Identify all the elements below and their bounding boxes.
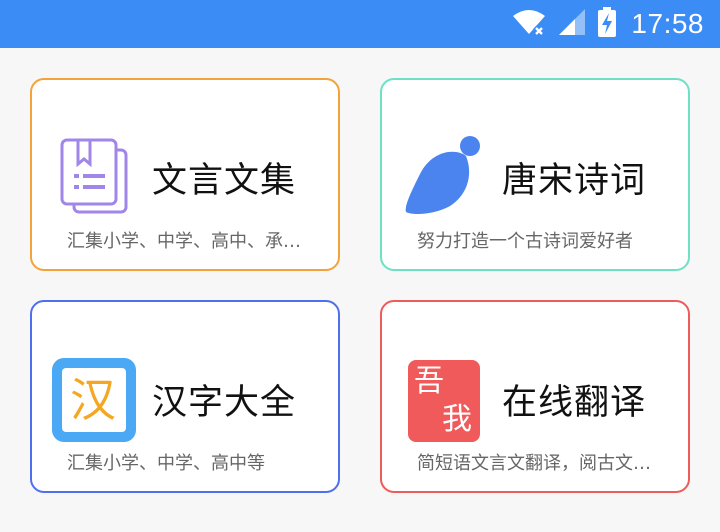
card-description: 努力打造一个古诗词爱好者 (417, 231, 633, 252)
book-icon (52, 134, 138, 220)
translate-glyph-2: 我 (442, 402, 472, 437)
battery-charging-icon (597, 6, 617, 42)
card-title: 汉字大全 (152, 383, 297, 423)
card-description: 汇集小学、中学、高中、承传经典 (67, 231, 307, 252)
card-tangsong[interactable]: 唐宋诗词 努力打造一个古诗词爱好者 (380, 78, 690, 271)
card-title: 文言文集 (152, 161, 297, 201)
leaf-icon (402, 134, 488, 220)
hanzi-glyph: 汉 (70, 373, 116, 427)
wifi-icon (511, 7, 547, 41)
card-wenyan[interactable]: 文言文集 汇集小学、中学、高中、承传经典 (30, 78, 340, 271)
card-translate[interactable]: 吾 我 在线翻译 简短语文言文翻译，阅古文经典 (380, 300, 690, 493)
translate-glyph-1: 吾 (414, 364, 444, 399)
card-title: 唐宋诗词 (502, 161, 647, 201)
card-hanzi[interactable]: 汉 汉字大全 汇集小学、中学、高中等 (30, 300, 340, 493)
hanzi-icon: 汉 (52, 356, 138, 442)
card-description: 简短语文言文翻译，阅古文经典 (417, 453, 657, 474)
card-description: 汇集小学、中学、高中等 (67, 453, 265, 474)
status-clock: 17:58 (631, 8, 704, 39)
signal-icon (557, 7, 587, 41)
card-title: 在线翻译 (502, 383, 647, 423)
translate-icon: 吾 我 (402, 356, 488, 442)
status-icons: 17:58 (511, 0, 704, 48)
status-bar: 17:58 (0, 0, 720, 48)
